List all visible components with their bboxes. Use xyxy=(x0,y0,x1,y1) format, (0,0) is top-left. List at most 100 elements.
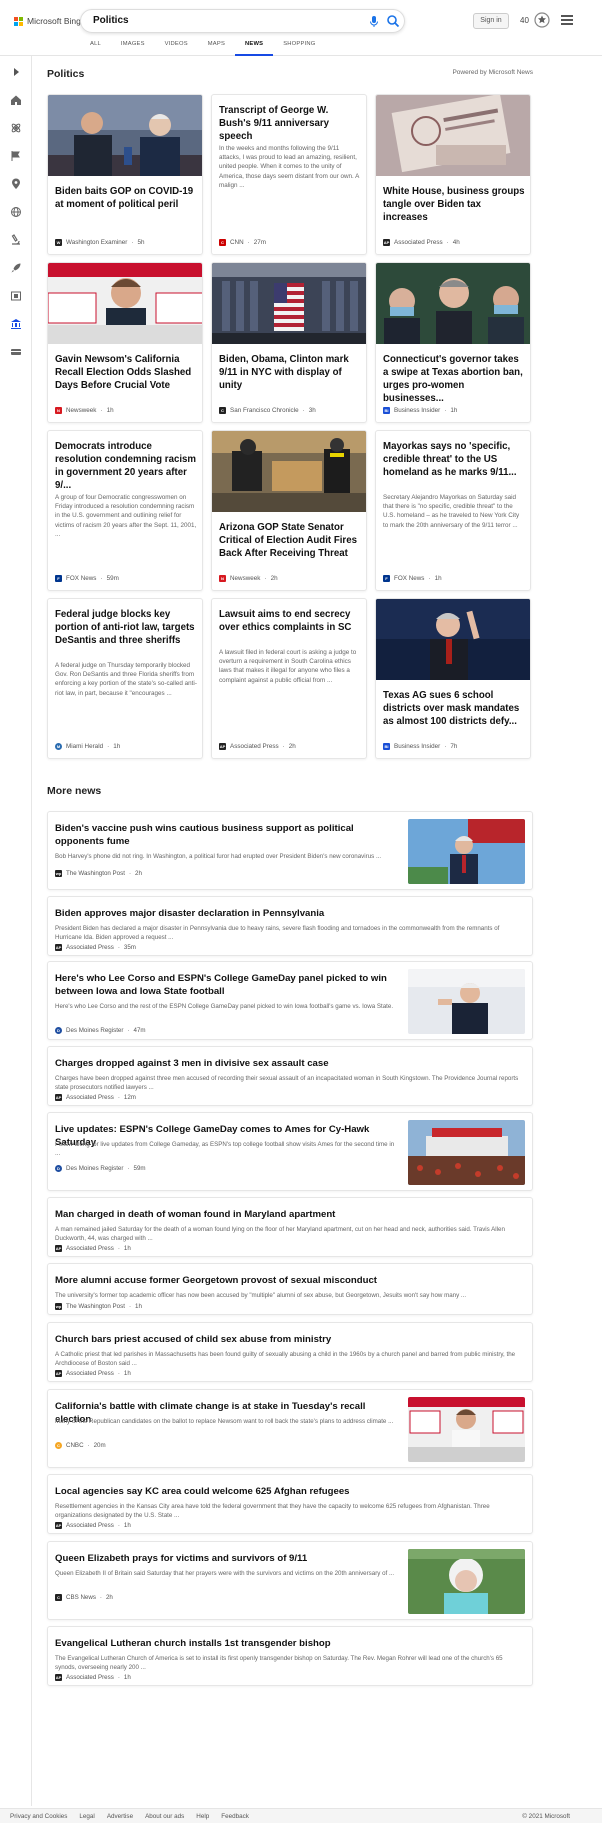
news-card[interactable]: Biden, Obama, Clinton mark 9/11 in NYC w… xyxy=(211,262,367,423)
news-list-item[interactable]: Biden's vaccine push wins cautious busin… xyxy=(47,811,533,890)
card-title[interactable]: Federal judge blocks key portion of anti… xyxy=(55,608,198,647)
news-list-item[interactable]: Church bars priest accused of child sex … xyxy=(47,1322,533,1382)
source-logo-icon: AP xyxy=(55,1245,62,1252)
feedback-link[interactable]: Feedback xyxy=(221,1813,249,1820)
news-list-item[interactable]: Man charged in death of woman found in M… xyxy=(47,1197,533,1257)
news-title[interactable]: Charges dropped against 3 men in divisiv… xyxy=(55,1057,525,1070)
news-title[interactable]: Local agencies say KC area could welcome… xyxy=(55,1485,525,1498)
news-list-item[interactable]: Here's who Lee Corso and ESPN's College … xyxy=(47,961,533,1040)
news-list-item[interactable]: More alumni accuse former Georgetown pro… xyxy=(47,1263,533,1315)
news-card[interactable]: Mayorkas says no 'specific, credible thr… xyxy=(375,430,531,591)
news-card[interactable]: Democrats introduce resolution condemnin… xyxy=(47,430,203,591)
news-card[interactable]: Texas AG sues 6 school districts over ma… xyxy=(375,598,531,759)
politics-building-icon[interactable] xyxy=(10,318,22,330)
source-logo-icon: AP xyxy=(55,1674,62,1681)
news-card[interactable]: Lawsuit aims to end secrecy over ethics … xyxy=(211,598,367,759)
news-title[interactable]: Here's who Lee Corso and ESPN's College … xyxy=(55,972,400,998)
money-icon[interactable] xyxy=(10,346,22,358)
card-source: F FOX News · 59m xyxy=(55,575,119,582)
microsoft-logo-icon xyxy=(14,16,23,26)
news-title[interactable]: Biden approves major disaster declaratio… xyxy=(55,907,525,920)
card-source: W Washington Examiner · 5h xyxy=(55,239,145,246)
news-list-item[interactable]: Biden approves major disaster declaratio… xyxy=(47,896,533,956)
film-icon[interactable] xyxy=(10,290,22,302)
microscope-icon[interactable] xyxy=(10,234,22,246)
news-title[interactable]: Queen Elizabeth prays for victims and su… xyxy=(55,1552,400,1565)
news-title[interactable]: Biden's vaccine push wins cautious busin… xyxy=(55,822,385,848)
news-title[interactable]: Evangelical Lutheran church installs 1st… xyxy=(55,1637,525,1650)
news-title[interactable]: Man charged in death of woman found in M… xyxy=(55,1208,525,1221)
news-list-item[interactable]: Charges dropped against 3 men in divisiv… xyxy=(47,1046,533,1106)
card-snippet: A lawsuit filed in federal court is aski… xyxy=(219,649,357,684)
search-icon[interactable] xyxy=(386,14,400,28)
card-title[interactable]: Arizona GOP State Senator Critical of El… xyxy=(219,521,362,560)
advertise-link[interactable]: Advertise xyxy=(107,1813,133,1820)
news-card[interactable]: White House, business groups tangle over… xyxy=(375,94,531,255)
card-source: BI Business Insider · 1h xyxy=(383,407,458,414)
news-image xyxy=(408,1549,525,1614)
home-icon[interactable] xyxy=(10,94,22,106)
news-source: D Des Moines Register · 59m xyxy=(55,1165,146,1172)
powered-by: Powered by Microsoft News xyxy=(452,69,533,76)
source-logo-icon: C xyxy=(55,1442,62,1449)
about-ads-link[interactable]: About our ads xyxy=(145,1813,184,1820)
footer: Privacy and Cookies Legal Advertise Abou… xyxy=(0,1808,602,1823)
location-icon[interactable] xyxy=(10,178,22,190)
news-source: AP Associated Press · 1h xyxy=(55,1522,131,1529)
search-input[interactable] xyxy=(93,15,333,26)
sign-in-button[interactable]: Sign in xyxy=(473,13,509,29)
source-logo-icon: AP xyxy=(55,1522,62,1529)
privacy-link[interactable]: Privacy and Cookies xyxy=(10,1813,67,1820)
card-title[interactable]: Lawsuit aims to end secrecy over ethics … xyxy=(219,608,362,634)
news-card[interactable]: Connecticut's governor takes a swipe at … xyxy=(375,262,531,423)
card-title[interactable]: Gavin Newsom's California Recall Electio… xyxy=(55,353,198,392)
source-logo-icon: D xyxy=(55,1165,62,1172)
card-snippet: A federal judge on Thursday temporarily … xyxy=(55,662,197,697)
news-card[interactable]: Gavin Newsom's California Recall Electio… xyxy=(47,262,203,423)
news-title[interactable]: Church bars priest accused of child sex … xyxy=(55,1333,525,1346)
tab-all[interactable]: ALL xyxy=(80,41,111,56)
news-image xyxy=(408,819,525,884)
expand-arrow-icon[interactable] xyxy=(10,66,22,78)
tab-news[interactable]: NEWS xyxy=(235,41,274,56)
more-news-title: More news xyxy=(47,785,102,797)
rewards-icon[interactable] xyxy=(533,11,551,29)
news-list-item[interactable]: California's battle with climate change … xyxy=(47,1389,533,1468)
card-title[interactable]: Biden, Obama, Clinton mark 9/11 in NYC w… xyxy=(219,353,362,392)
help-link[interactable]: Help xyxy=(196,1813,209,1820)
card-title[interactable]: Transcript of George W. Bush's 9/11 anni… xyxy=(219,104,362,143)
news-card[interactable]: Federal judge blocks key portion of anti… xyxy=(47,598,203,759)
card-title[interactable]: Connecticut's governor takes a swipe at … xyxy=(383,353,526,405)
news-card[interactable]: Arizona GOP State Senator Critical of El… xyxy=(211,430,367,591)
news-list-item[interactable]: Queen Elizabeth prays for victims and su… xyxy=(47,1541,533,1620)
tab-videos[interactable]: VIDEOS xyxy=(155,41,198,56)
news-card[interactable]: Biden baits GOP on COVID-19 at moment of… xyxy=(47,94,203,255)
flag-icon[interactable] xyxy=(10,150,22,162)
legal-link[interactable]: Legal xyxy=(79,1813,94,1820)
tab-images[interactable]: IMAGES xyxy=(111,41,155,56)
card-source: C CNN · 27m xyxy=(219,239,266,246)
microphone-icon[interactable] xyxy=(368,15,380,28)
search-box[interactable] xyxy=(80,9,405,33)
news-list-item[interactable]: Local agencies say KC area could welcome… xyxy=(47,1474,533,1534)
rewards-points[interactable]: 40 xyxy=(520,16,529,25)
science-icon[interactable] xyxy=(10,122,22,134)
globe-icon[interactable] xyxy=(10,206,22,218)
card-image xyxy=(376,599,530,680)
card-title[interactable]: Mayorkas says no 'specific, credible thr… xyxy=(383,440,526,479)
bing-logo[interactable]: Microsoft Bing xyxy=(14,16,81,26)
source-logo-icon: F xyxy=(55,575,62,582)
news-image xyxy=(408,969,525,1034)
tab-shopping[interactable]: SHOPPING xyxy=(273,41,325,56)
card-title[interactable]: White House, business groups tangle over… xyxy=(383,185,526,224)
news-card[interactable]: Transcript of George W. Bush's 9/11 anni… xyxy=(211,94,367,255)
tab-maps[interactable]: MAPS xyxy=(198,41,235,56)
card-title[interactable]: Biden baits GOP on COVID-19 at moment of… xyxy=(55,185,198,211)
news-list-item[interactable]: Live updates: ESPN's College GameDay com… xyxy=(47,1112,533,1191)
news-list-item[interactable]: Evangelical Lutheran church installs 1st… xyxy=(47,1626,533,1686)
card-title[interactable]: Texas AG sues 6 school districts over ma… xyxy=(383,689,526,728)
card-title[interactable]: Democrats introduce resolution condemnin… xyxy=(55,440,198,492)
menu-icon[interactable] xyxy=(561,15,573,25)
news-title[interactable]: More alumni accuse former Georgetown pro… xyxy=(55,1274,525,1287)
rocket-icon[interactable] xyxy=(10,262,22,274)
